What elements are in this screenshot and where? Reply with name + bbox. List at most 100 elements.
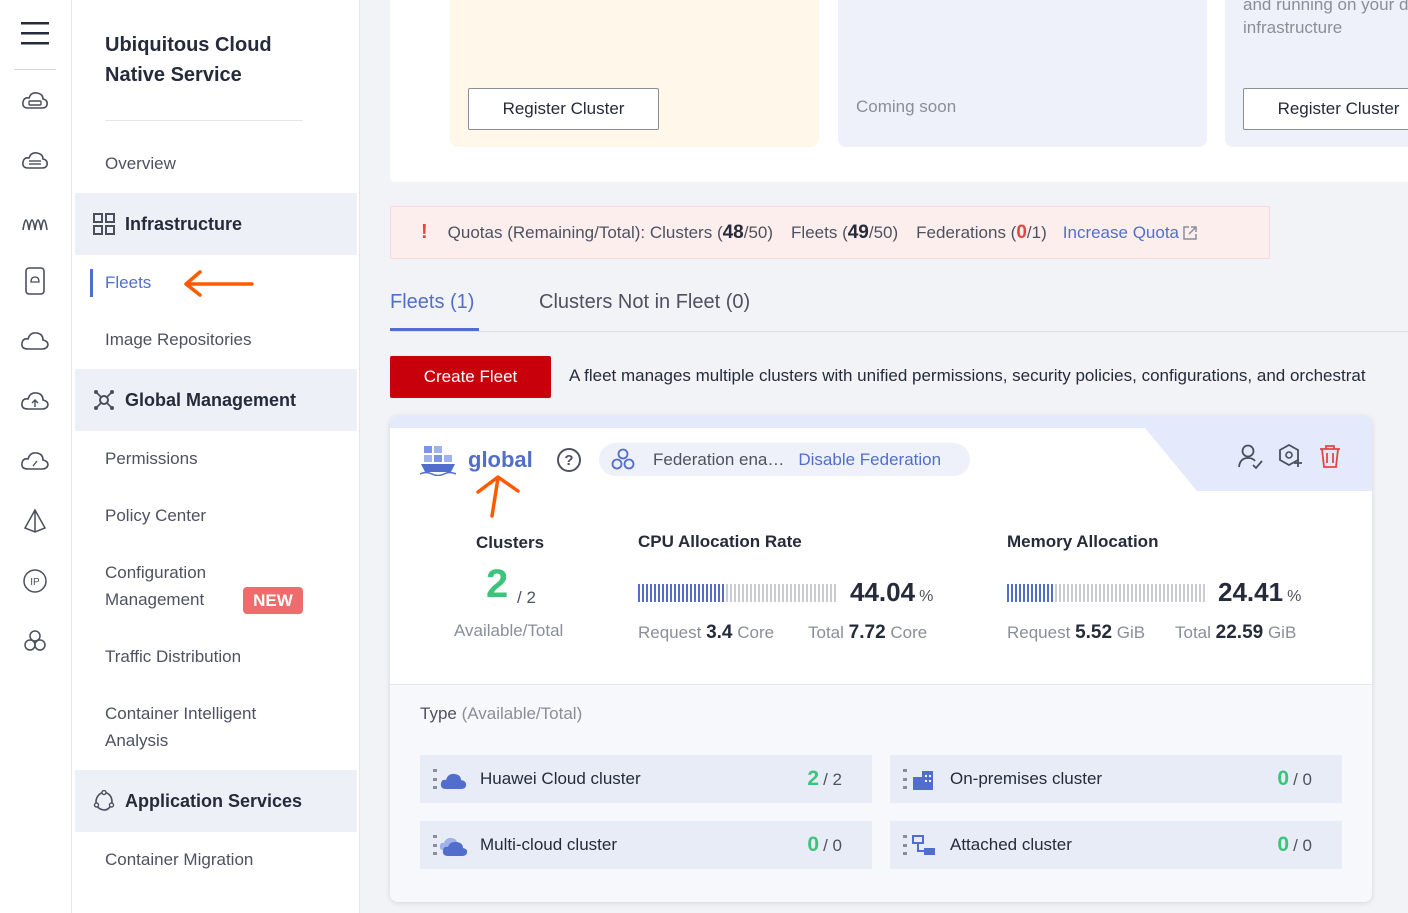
sidebar-item-fleets[interactable]: Fleets bbox=[105, 269, 151, 296]
bar-segment bbox=[682, 584, 684, 602]
tab-fleets[interactable]: Fleets (1) bbox=[390, 291, 474, 314]
create-fleet-button[interactable]: Create Fleet bbox=[390, 356, 551, 398]
sidebar-item-label: Configuration bbox=[105, 563, 207, 582]
bar-segment bbox=[1163, 584, 1165, 602]
bar-segment bbox=[834, 584, 836, 602]
sidebar-item-image-repositories[interactable]: Image Repositories bbox=[105, 326, 251, 353]
bar-segment bbox=[1067, 584, 1069, 602]
cluster-type-panel: Register Cluster Coming soon and running… bbox=[390, 0, 1408, 182]
annotation-arrow-up-icon bbox=[476, 475, 520, 518]
grid-icon bbox=[93, 213, 115, 235]
sidebar-item-configuration-management[interactable]: Configuration Management bbox=[105, 559, 206, 613]
type-label: Type (Available/Total) bbox=[420, 704, 583, 723]
bar-segment bbox=[778, 584, 780, 602]
fleet-tabs: Fleets (1) Clusters Not in Fleet (0) bbox=[390, 285, 1408, 332]
type-tile-label: Multi-cloud cluster bbox=[480, 835, 617, 854]
device-icon[interactable] bbox=[0, 261, 70, 301]
cluster-icon[interactable] bbox=[0, 621, 70, 661]
sidebar-item-overview[interactable]: Overview bbox=[105, 150, 176, 177]
on-premises-cluster-icon bbox=[902, 765, 938, 793]
bar-segment bbox=[718, 584, 720, 602]
bar-segment bbox=[1147, 584, 1149, 602]
bar-segment bbox=[1135, 584, 1137, 602]
bar-segment bbox=[1007, 584, 1009, 602]
bar-segment bbox=[1031, 584, 1033, 602]
cloud-drive-icon[interactable] bbox=[0, 81, 70, 121]
type-tile-count: 0/ 0 bbox=[1277, 767, 1312, 790]
sidebar-group-application-services[interactable]: Application Services bbox=[75, 770, 357, 832]
add-cluster-icon[interactable] bbox=[1277, 443, 1303, 469]
bar-segment bbox=[1011, 584, 1013, 602]
sidebar-item-container-intelligent-analysis[interactable]: Container Intelligent Analysis bbox=[105, 700, 256, 754]
bar-segment bbox=[1139, 584, 1141, 602]
wave-icon[interactable] bbox=[0, 201, 70, 241]
bar-segment bbox=[714, 584, 716, 602]
user-permission-icon[interactable] bbox=[1237, 443, 1263, 469]
memory-allocation-percent: 24.41% bbox=[1218, 577, 1302, 607]
sidebar-group-label: Infrastructure bbox=[125, 213, 243, 234]
bar-segment bbox=[742, 584, 744, 602]
sidebar-item-label: Management bbox=[105, 590, 205, 609]
multi-cloud-cluster-icon bbox=[432, 831, 468, 859]
help-icon[interactable]: ? bbox=[557, 448, 581, 472]
sidebar-item-policy-center[interactable]: Policy Center bbox=[105, 502, 206, 529]
cloud-icon[interactable] bbox=[0, 321, 70, 361]
cloud-upload-icon[interactable] bbox=[0, 381, 70, 421]
bar-segment bbox=[746, 584, 748, 602]
increase-quota-link[interactable]: Increase Quota bbox=[1063, 223, 1199, 243]
huawei-cloud-cluster-icon bbox=[432, 765, 468, 793]
sidebar-item-traffic-distribution[interactable]: Traffic Distribution bbox=[105, 643, 241, 670]
bar-segment bbox=[1079, 584, 1081, 602]
menu-icon[interactable] bbox=[0, 13, 70, 53]
federation-status-text: Federation ena… bbox=[653, 449, 785, 469]
sidebar-group-label: Application Services bbox=[125, 790, 303, 811]
register-cluster-button[interactable]: Register Cluster bbox=[1243, 88, 1408, 130]
bar-segment bbox=[1119, 584, 1121, 602]
type-tile-count: 0/ 0 bbox=[1277, 833, 1312, 856]
fleet-name-link[interactable]: global bbox=[468, 447, 533, 473]
fleet-ship-icon bbox=[420, 446, 456, 476]
bar-segment bbox=[1195, 584, 1197, 602]
type-tile-attached: Attached cluster 0/ 0 bbox=[890, 821, 1342, 869]
bar-segment bbox=[1143, 584, 1145, 602]
register-cluster-button[interactable]: Register Cluster bbox=[468, 88, 659, 130]
ip-icon[interactable]: IP bbox=[0, 561, 70, 601]
type-tile-label: Huawei Cloud cluster bbox=[480, 769, 641, 788]
delete-icon[interactable] bbox=[1317, 443, 1343, 469]
bar-segment bbox=[738, 584, 740, 602]
disable-federation-link[interactable]: Disable Federation bbox=[798, 450, 941, 470]
sidebar-group-global-management[interactable]: Global Management bbox=[75, 369, 357, 431]
cloud-storage-icon[interactable] bbox=[0, 141, 70, 181]
tab-clusters-not-in-fleet[interactable]: Clusters Not in Fleet (0) bbox=[539, 291, 750, 314]
nav-divider bbox=[105, 120, 303, 121]
bar-segment bbox=[1027, 584, 1029, 602]
bar-segment bbox=[698, 584, 700, 602]
bar-segment bbox=[750, 584, 752, 602]
bar-segment bbox=[646, 584, 648, 602]
bar-segment bbox=[1095, 584, 1097, 602]
bar-segment bbox=[1199, 584, 1201, 602]
bar-segment bbox=[1175, 584, 1177, 602]
bar-segment bbox=[1083, 584, 1085, 602]
sidebar-item-label: Container Intelligent bbox=[105, 704, 257, 723]
bar-segment bbox=[782, 584, 784, 602]
sidebar-group-infrastructure[interactable]: Infrastructure bbox=[75, 193, 357, 255]
sidebar-item-container-migration[interactable]: Container Migration bbox=[105, 846, 253, 873]
bar-segment bbox=[1151, 584, 1153, 602]
annotation-arrow-left-icon bbox=[184, 270, 254, 297]
side-navigation: Ubiquitous Cloud Native Service Overview… bbox=[72, 0, 360, 913]
bar-segment bbox=[1099, 584, 1101, 602]
card-description-line: infrastructure bbox=[1243, 18, 1343, 37]
quota-federations: Federations (0/1) bbox=[916, 221, 1047, 243]
cluster-type-card: and running on your data infrastructure … bbox=[1225, 0, 1408, 147]
bar-segment bbox=[1171, 584, 1173, 602]
type-tile-huawei-cloud: Huawei Cloud cluster 2/ 2 bbox=[420, 755, 872, 803]
bar-segment bbox=[1019, 584, 1021, 602]
bar-segment bbox=[1055, 584, 1057, 602]
sidebar-item-permissions[interactable]: Permissions bbox=[105, 445, 198, 472]
cloud-gauge-icon[interactable] bbox=[0, 441, 70, 481]
quota-banner: ! Quotas (Remaining/Total): Clusters (48… bbox=[390, 206, 1270, 259]
bar-segment bbox=[662, 584, 664, 602]
bar-segment bbox=[1131, 584, 1133, 602]
pyramid-icon[interactable] bbox=[0, 501, 70, 541]
